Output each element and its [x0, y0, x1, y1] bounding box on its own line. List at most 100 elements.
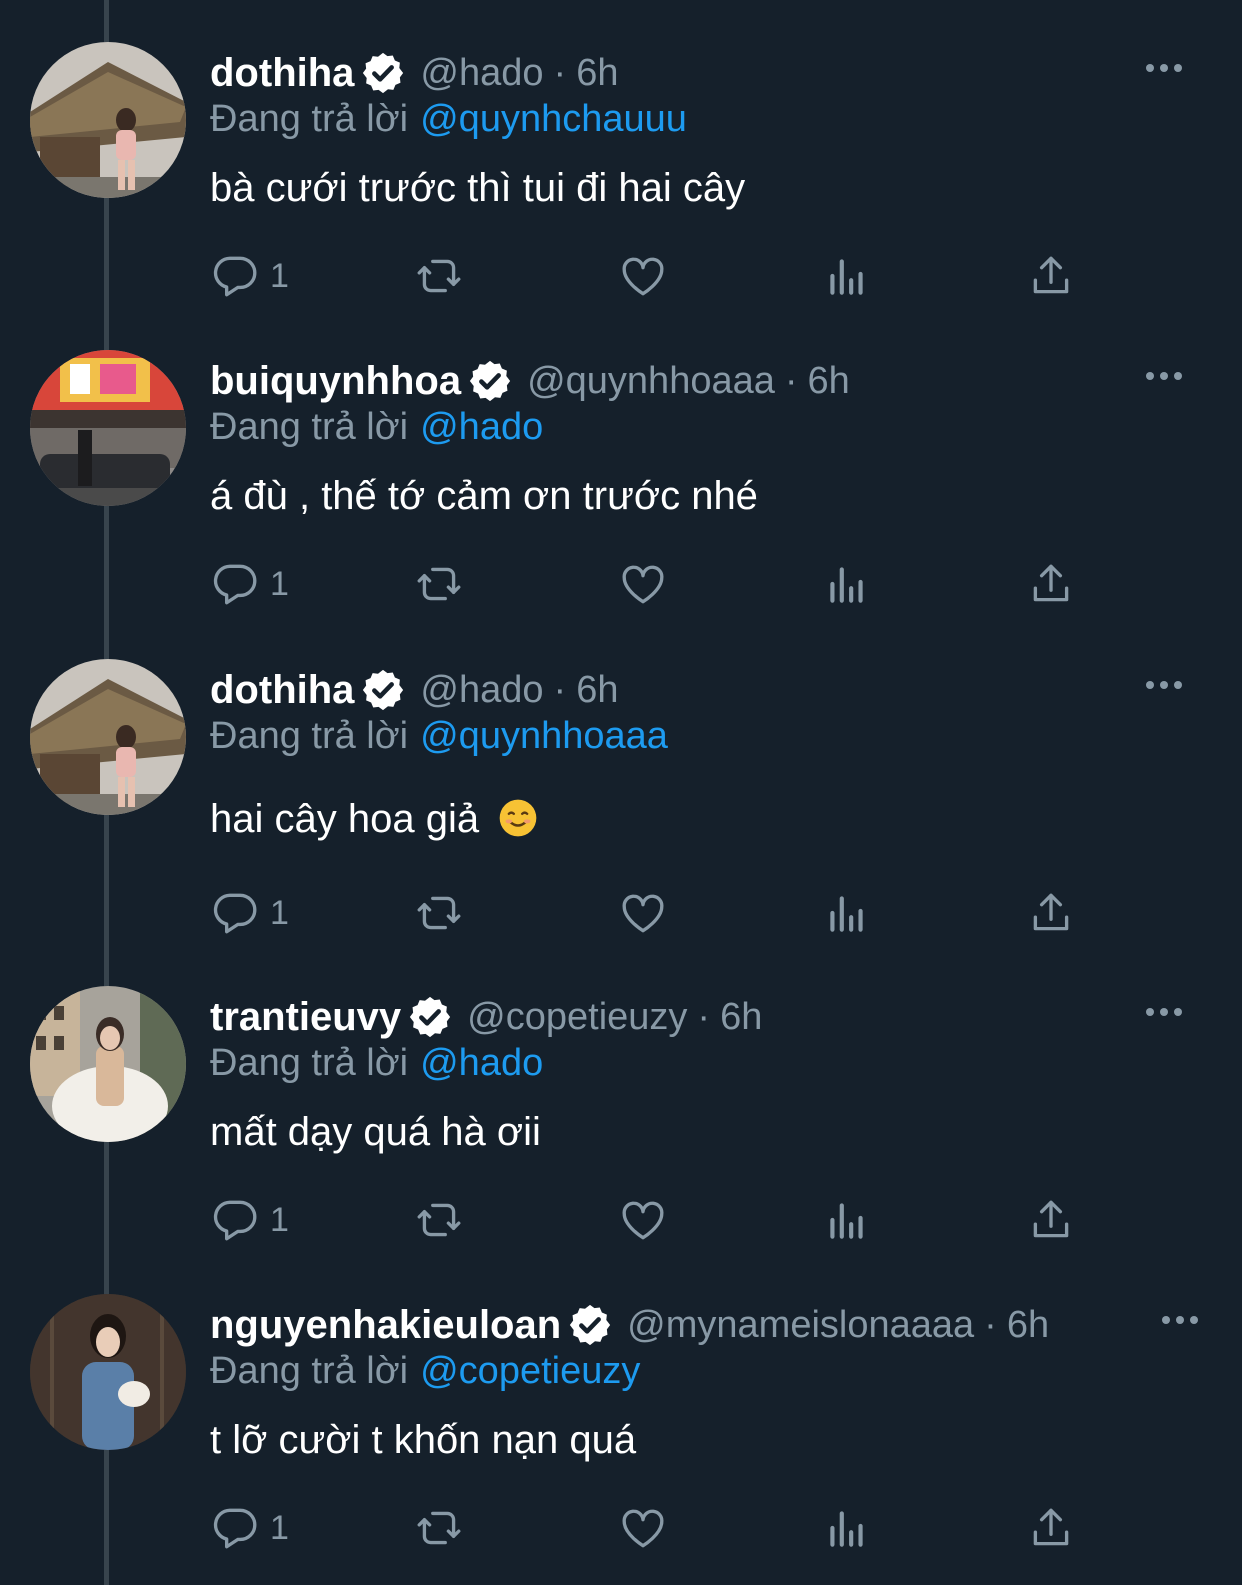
views-button[interactable]: [822, 1192, 872, 1248]
like-button[interactable]: [618, 1500, 668, 1556]
like-icon: [622, 894, 664, 933]
retweet-icon: [417, 1203, 461, 1237]
share-icon: [1033, 256, 1069, 294]
views-icon: [830, 1203, 863, 1239]
retweet-button[interactable]: [414, 248, 464, 304]
reply-button[interactable]: 1: [210, 556, 289, 612]
display-name[interactable]: trantieuvy: [210, 995, 401, 1040]
tweet-header: nguyenhakieuloan @mynameislonaaaa · 6h: [210, 1300, 1049, 1350]
reply-tweet[interactable]: buiquynhhoa @quynhhoaaa · 6h Đang trả lờ…: [0, 308, 1242, 616]
like-icon: [622, 1201, 664, 1240]
more-icon[interactable]: [1160, 1310, 1200, 1330]
like-button[interactable]: [618, 885, 668, 941]
retweet-button[interactable]: [414, 885, 464, 941]
avatar-photo-fur-coat-icon: [30, 986, 186, 1142]
replying-label: Đang trả lời: [210, 1042, 409, 1084]
handle[interactable]: @hado: [420, 52, 543, 95]
avatar[interactable]: [30, 986, 186, 1142]
share-button[interactable]: [1026, 1500, 1076, 1556]
reply-icon: [213, 564, 257, 605]
timestamp[interactable]: 6h: [576, 52, 618, 95]
handle[interactable]: @mynameislonaaaa: [627, 1304, 974, 1347]
tweet-text: hai cây hoa giả: [210, 797, 480, 841]
display-name[interactable]: nguyenhakieuloan: [210, 1303, 561, 1348]
avatar[interactable]: [30, 350, 186, 506]
timestamp[interactable]: 6h: [808, 360, 850, 403]
retweet-button[interactable]: [414, 556, 464, 612]
retweet-icon: [417, 259, 461, 293]
reply-tweet[interactable]: trantieuvy @copetieuzy · 6h Đang trả lời…: [0, 944, 1242, 1252]
views-button[interactable]: [822, 248, 872, 304]
handle[interactable]: @hado: [420, 669, 543, 712]
retweet-icon: [417, 567, 461, 601]
tweet-header: dothiha @hado · 6h: [210, 665, 618, 715]
replying-label: Đang trả lời: [210, 98, 409, 140]
separator: ·: [697, 995, 711, 1038]
reply-button[interactable]: 1: [210, 885, 289, 941]
like-icon: [622, 1509, 664, 1548]
reply-icon: [213, 1508, 257, 1549]
replying-to-mention[interactable]: @hado: [420, 406, 543, 448]
avatar[interactable]: [30, 1294, 186, 1450]
separator: ·: [553, 51, 567, 94]
display-name[interactable]: buiquynhhoa: [210, 359, 461, 404]
verified-badge-icon: [567, 1302, 613, 1348]
views-icon: [830, 896, 863, 932]
reply-button[interactable]: 1: [210, 1192, 289, 1248]
more-icon[interactable]: [1144, 58, 1184, 78]
retweet-button[interactable]: [414, 1192, 464, 1248]
reply-tweet[interactable]: dothiha @hado · 6h Đang trả lời @quynhcha…: [0, 0, 1242, 308]
reply-thread: dothiha @hado · 6h Đang trả lời @quynhcha…: [0, 0, 1242, 1585]
retweet-icon: [417, 896, 461, 930]
action-bar: 1: [210, 556, 1090, 616]
reply-count: 1: [270, 564, 289, 603]
avatar[interactable]: [30, 659, 186, 815]
share-button[interactable]: [1026, 885, 1076, 941]
share-button[interactable]: [1026, 248, 1076, 304]
reply-tweet[interactable]: nguyenhakieuloan @mynameislonaaaa · 6h Đ…: [0, 1252, 1242, 1560]
like-button[interactable]: [618, 556, 668, 612]
like-button[interactable]: [618, 1192, 668, 1248]
handle[interactable]: @copetieuzy: [467, 996, 687, 1039]
replying-to-mention[interactable]: @quynhhoaaa: [420, 715, 668, 757]
replying-label: Đang trả lời: [210, 1350, 409, 1392]
timestamp[interactable]: 6h: [1007, 1304, 1049, 1347]
like-button[interactable]: [618, 248, 668, 304]
tweet-header: dothiha @hado · 6h: [210, 48, 618, 98]
reply-count: 1: [270, 1508, 289, 1547]
more-icon[interactable]: [1144, 1002, 1184, 1022]
share-icon: [1033, 893, 1069, 931]
more-icon[interactable]: [1144, 366, 1184, 386]
action-bar: 1: [210, 1192, 1090, 1252]
views-button[interactable]: [822, 556, 872, 612]
replying-to-mention[interactable]: @hado: [420, 1042, 543, 1084]
replying-to-line: Đang trả lời @hado: [210, 1042, 543, 1085]
more-icon[interactable]: [1144, 675, 1184, 695]
replying-to-mention[interactable]: @quynhchauuu: [420, 98, 687, 140]
action-bar: 1: [210, 885, 1090, 945]
share-button[interactable]: [1026, 1192, 1076, 1248]
timestamp[interactable]: 6h: [576, 669, 618, 712]
separator: ·: [784, 359, 798, 402]
smiling-face-emoji-icon: [498, 798, 538, 838]
views-button[interactable]: [822, 1500, 872, 1556]
reply-button[interactable]: 1: [210, 248, 289, 304]
views-icon: [830, 259, 863, 295]
share-button[interactable]: [1026, 556, 1076, 612]
tweet-header: buiquynhhoa @quynhhoaaa · 6h: [210, 356, 850, 406]
reply-count: 1: [270, 256, 289, 295]
tweet-text: t lỡ cười t khốn nạn quá: [210, 1418, 637, 1462]
timestamp[interactable]: 6h: [720, 996, 762, 1039]
avatar[interactable]: [30, 42, 186, 198]
display-name[interactable]: dothiha: [210, 668, 354, 713]
reply-button[interactable]: 1: [210, 1500, 289, 1556]
views-button[interactable]: [822, 885, 872, 941]
reply-count: 1: [270, 1200, 289, 1239]
tweet-header: trantieuvy @copetieuzy · 6h: [210, 992, 762, 1042]
reply-tweet[interactable]: dothiha @hado · 6h Đang trả lời @quynhhoa…: [0, 617, 1242, 934]
retweet-button[interactable]: [414, 1500, 464, 1556]
replying-to-mention[interactable]: @copetieuzy: [420, 1350, 640, 1392]
display-name[interactable]: dothiha: [210, 51, 354, 96]
handle[interactable]: @quynhhoaaa: [527, 360, 775, 403]
separator: ·: [984, 1303, 997, 1346]
